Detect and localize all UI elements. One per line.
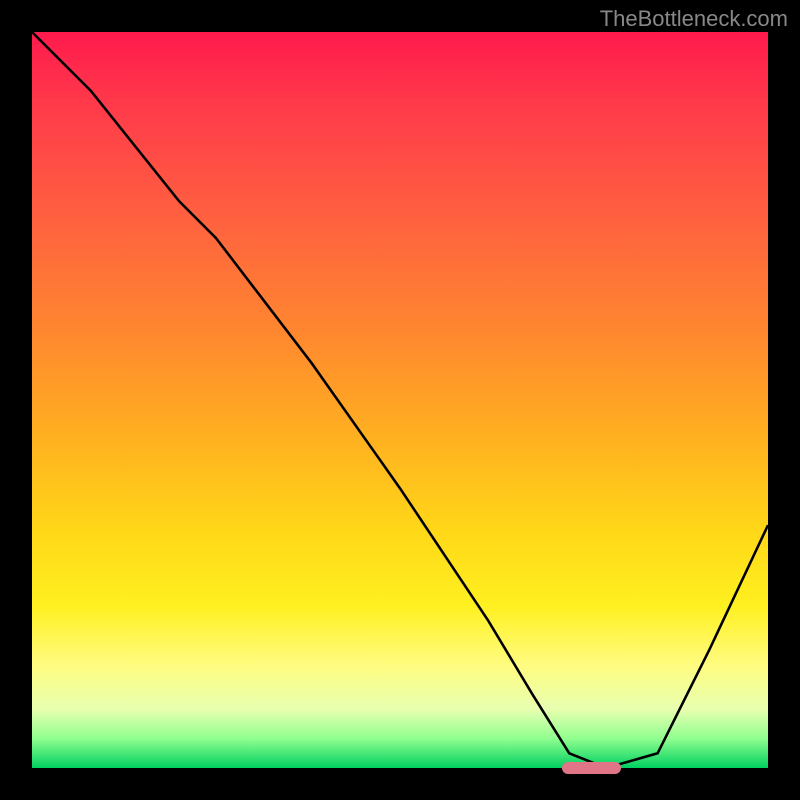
chart-plot-area xyxy=(32,32,768,768)
curve-path xyxy=(32,32,768,768)
watermark-text: TheBottleneck.com xyxy=(600,6,788,32)
bottleneck-line xyxy=(32,32,768,768)
optimal-marker xyxy=(562,762,621,774)
